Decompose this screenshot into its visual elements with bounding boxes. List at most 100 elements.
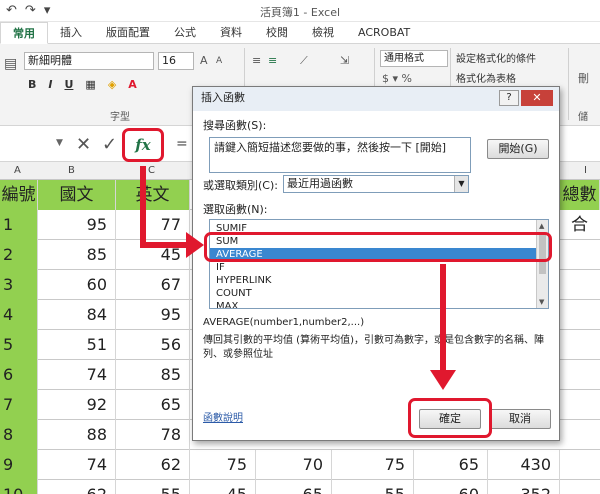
align-middle-icon[interactable]: ≡ — [268, 54, 277, 67]
column-header-c[interactable]: C — [148, 165, 155, 176]
data-cell[interactable]: 92 — [38, 390, 116, 420]
function-help-link[interactable]: 函數說明 — [203, 409, 243, 424]
data-cell[interactable]: 45 — [116, 240, 190, 270]
category-select[interactable]: 最近用過函數 ▼ — [283, 175, 469, 193]
data-cell[interactable]: 65 — [256, 480, 332, 494]
data-cell[interactable]: 60 — [414, 480, 488, 494]
number-format-select[interactable]: 通用格式 — [380, 50, 448, 67]
scroll-down-icon[interactable]: ▼ — [539, 298, 544, 306]
function-list-item[interactable]: SUMIF — [210, 222, 536, 235]
data-cell[interactable]: 75 — [190, 450, 256, 480]
header-cell[interactable]: 國文 — [38, 180, 116, 210]
chevron-down-icon[interactable]: ▼ — [454, 176, 468, 192]
dialog-close-button[interactable]: ✕ — [521, 90, 553, 106]
ok-button[interactable]: 確定 — [419, 409, 481, 429]
data-cell[interactable]: 352 — [488, 480, 560, 494]
paste-icon[interactable]: ▤ — [4, 56, 17, 72]
row-id-cell[interactable]: 4 — [0, 300, 38, 330]
data-cell[interactable]: 74 — [38, 450, 116, 480]
function-list[interactable]: ▲ ▼ SUMIF SUM AVERAGE IF HYPERLINK COUNT MAX — [209, 219, 549, 309]
name-box-dropdown-icon[interactable]: ▼ — [56, 138, 63, 148]
ribbon-tab[interactable]: 版面配置 — [94, 22, 162, 44]
font-color-icon[interactable]: A — [128, 78, 137, 91]
function-list-scrollbar[interactable]: ▲ ▼ — [536, 220, 548, 308]
row-id-cell[interactable]: 3 — [0, 270, 38, 300]
underline-button[interactable]: U — [64, 78, 73, 91]
function-list-item[interactable]: SUM — [210, 235, 536, 248]
ribbon-tab[interactable]: 公式 — [162, 22, 208, 44]
dialog-help-button[interactable]: ? — [499, 90, 519, 106]
font-name-select[interactable]: 新細明體 — [24, 52, 154, 70]
data-cell[interactable]: 65 — [116, 390, 190, 420]
ribbon-tab[interactable]: 校閱 — [254, 22, 300, 44]
ribbon-tab[interactable]: 檢視 — [300, 22, 346, 44]
data-cell[interactable]: 51 — [38, 330, 116, 360]
data-cell[interactable]: 65 — [414, 450, 488, 480]
data-cell[interactable]: 95 — [38, 210, 116, 240]
scrollbar-thumb[interactable] — [539, 234, 546, 274]
row-id-cell[interactable]: 10 — [0, 480, 38, 494]
function-list-item[interactable]: MAX — [210, 300, 536, 308]
grow-font-icon[interactable]: A — [200, 54, 208, 67]
ribbon-tab[interactable]: 插入 — [48, 22, 94, 44]
wrap-text-icon[interactable]: ⇲ — [340, 54, 349, 67]
cancel-button[interactable]: 取消 — [489, 409, 551, 429]
data-cell[interactable]: 75 — [332, 450, 414, 480]
currency-percent-buttons[interactable]: $ ▾ % — [382, 72, 412, 85]
enter-formula-button[interactable]: ✓ — [102, 134, 117, 155]
header-cell[interactable]: 英文 — [116, 180, 190, 210]
function-list-item[interactable]: COUNT — [210, 287, 536, 300]
data-cell[interactable]: 88 — [38, 420, 116, 450]
orientation-icon[interactable]: ⟋ — [300, 54, 308, 68]
row-id-cell[interactable]: 1 — [0, 210, 38, 240]
data-cell[interactable]: 95 — [116, 300, 190, 330]
cancel-formula-button[interactable]: ✕ — [76, 134, 91, 155]
header-cell[interactable]: 編號 — [0, 180, 38, 210]
ribbon-tab[interactable]: 常用 — [0, 22, 48, 44]
conditional-format-button[interactable]: 設定格式化的條件 — [456, 50, 536, 65]
data-cell[interactable]: 430 — [488, 450, 560, 480]
bold-button[interactable]: B — [28, 78, 36, 91]
row-id-cell[interactable]: 7 — [0, 390, 38, 420]
data-cell[interactable]: 55 — [116, 480, 190, 494]
row-id-cell[interactable]: 5 — [0, 330, 38, 360]
scroll-up-icon[interactable]: ▲ — [539, 222, 544, 230]
data-cell[interactable]: 85 — [116, 360, 190, 390]
font-size-select[interactable]: 16 — [158, 52, 194, 70]
data-cell[interactable]: 85 — [38, 240, 116, 270]
data-cell[interactable]: 67 — [116, 270, 190, 300]
row-id-cell[interactable]: 8 — [0, 420, 38, 450]
fill-color-icon[interactable]: ◈ — [108, 78, 116, 91]
data-cell[interactable]: 74 — [38, 360, 116, 390]
insert-function-button[interactable]: fx — [122, 128, 164, 162]
data-cell[interactable]: 62 — [38, 480, 116, 494]
row-id-cell[interactable]: 9 — [0, 450, 38, 480]
function-list-item[interactable]: AVERAGE — [210, 248, 536, 261]
row-id-cell[interactable]: 6 — [0, 360, 38, 390]
header-cell[interactable]: 總數合 — [560, 180, 600, 235]
data-cell[interactable]: 70 — [256, 450, 332, 480]
data-cell[interactable]: 55 — [332, 480, 414, 494]
data-cell[interactable]: 62 — [116, 450, 190, 480]
go-button[interactable]: 開始(G) — [487, 139, 549, 159]
data-cell[interactable]: 45 — [190, 480, 256, 494]
data-cell[interactable]: 78 — [116, 420, 190, 450]
italic-button[interactable]: I — [48, 78, 52, 91]
data-cell[interactable]: 77 — [116, 210, 190, 240]
function-list-item[interactable]: IF — [210, 261, 536, 274]
data-cell[interactable]: 84 — [38, 300, 116, 330]
column-header-i[interactable]: I — [584, 165, 587, 176]
search-function-input[interactable]: 請鍵入簡短描述您要做的事，然後按一下 [開始] — [209, 137, 471, 173]
data-cell[interactable]: 60 — [38, 270, 116, 300]
column-header-a[interactable]: A — [14, 165, 21, 176]
align-top-icon[interactable]: ≡ — [252, 54, 261, 67]
ribbon-tab[interactable]: ACROBAT — [346, 22, 422, 44]
data-cell[interactable]: 56 — [116, 330, 190, 360]
ribbon-tab[interactable]: 資料 — [208, 22, 254, 44]
shrink-font-icon[interactable]: A — [216, 56, 222, 66]
delete-cells-button[interactable]: 刪 — [578, 70, 589, 86]
column-header-b[interactable]: B — [68, 165, 75, 176]
function-list-item[interactable]: HYPERLINK — [210, 274, 536, 287]
border-icon[interactable]: ▦ — [85, 78, 95, 91]
format-as-table-button[interactable]: 格式化為表格 — [456, 70, 516, 85]
